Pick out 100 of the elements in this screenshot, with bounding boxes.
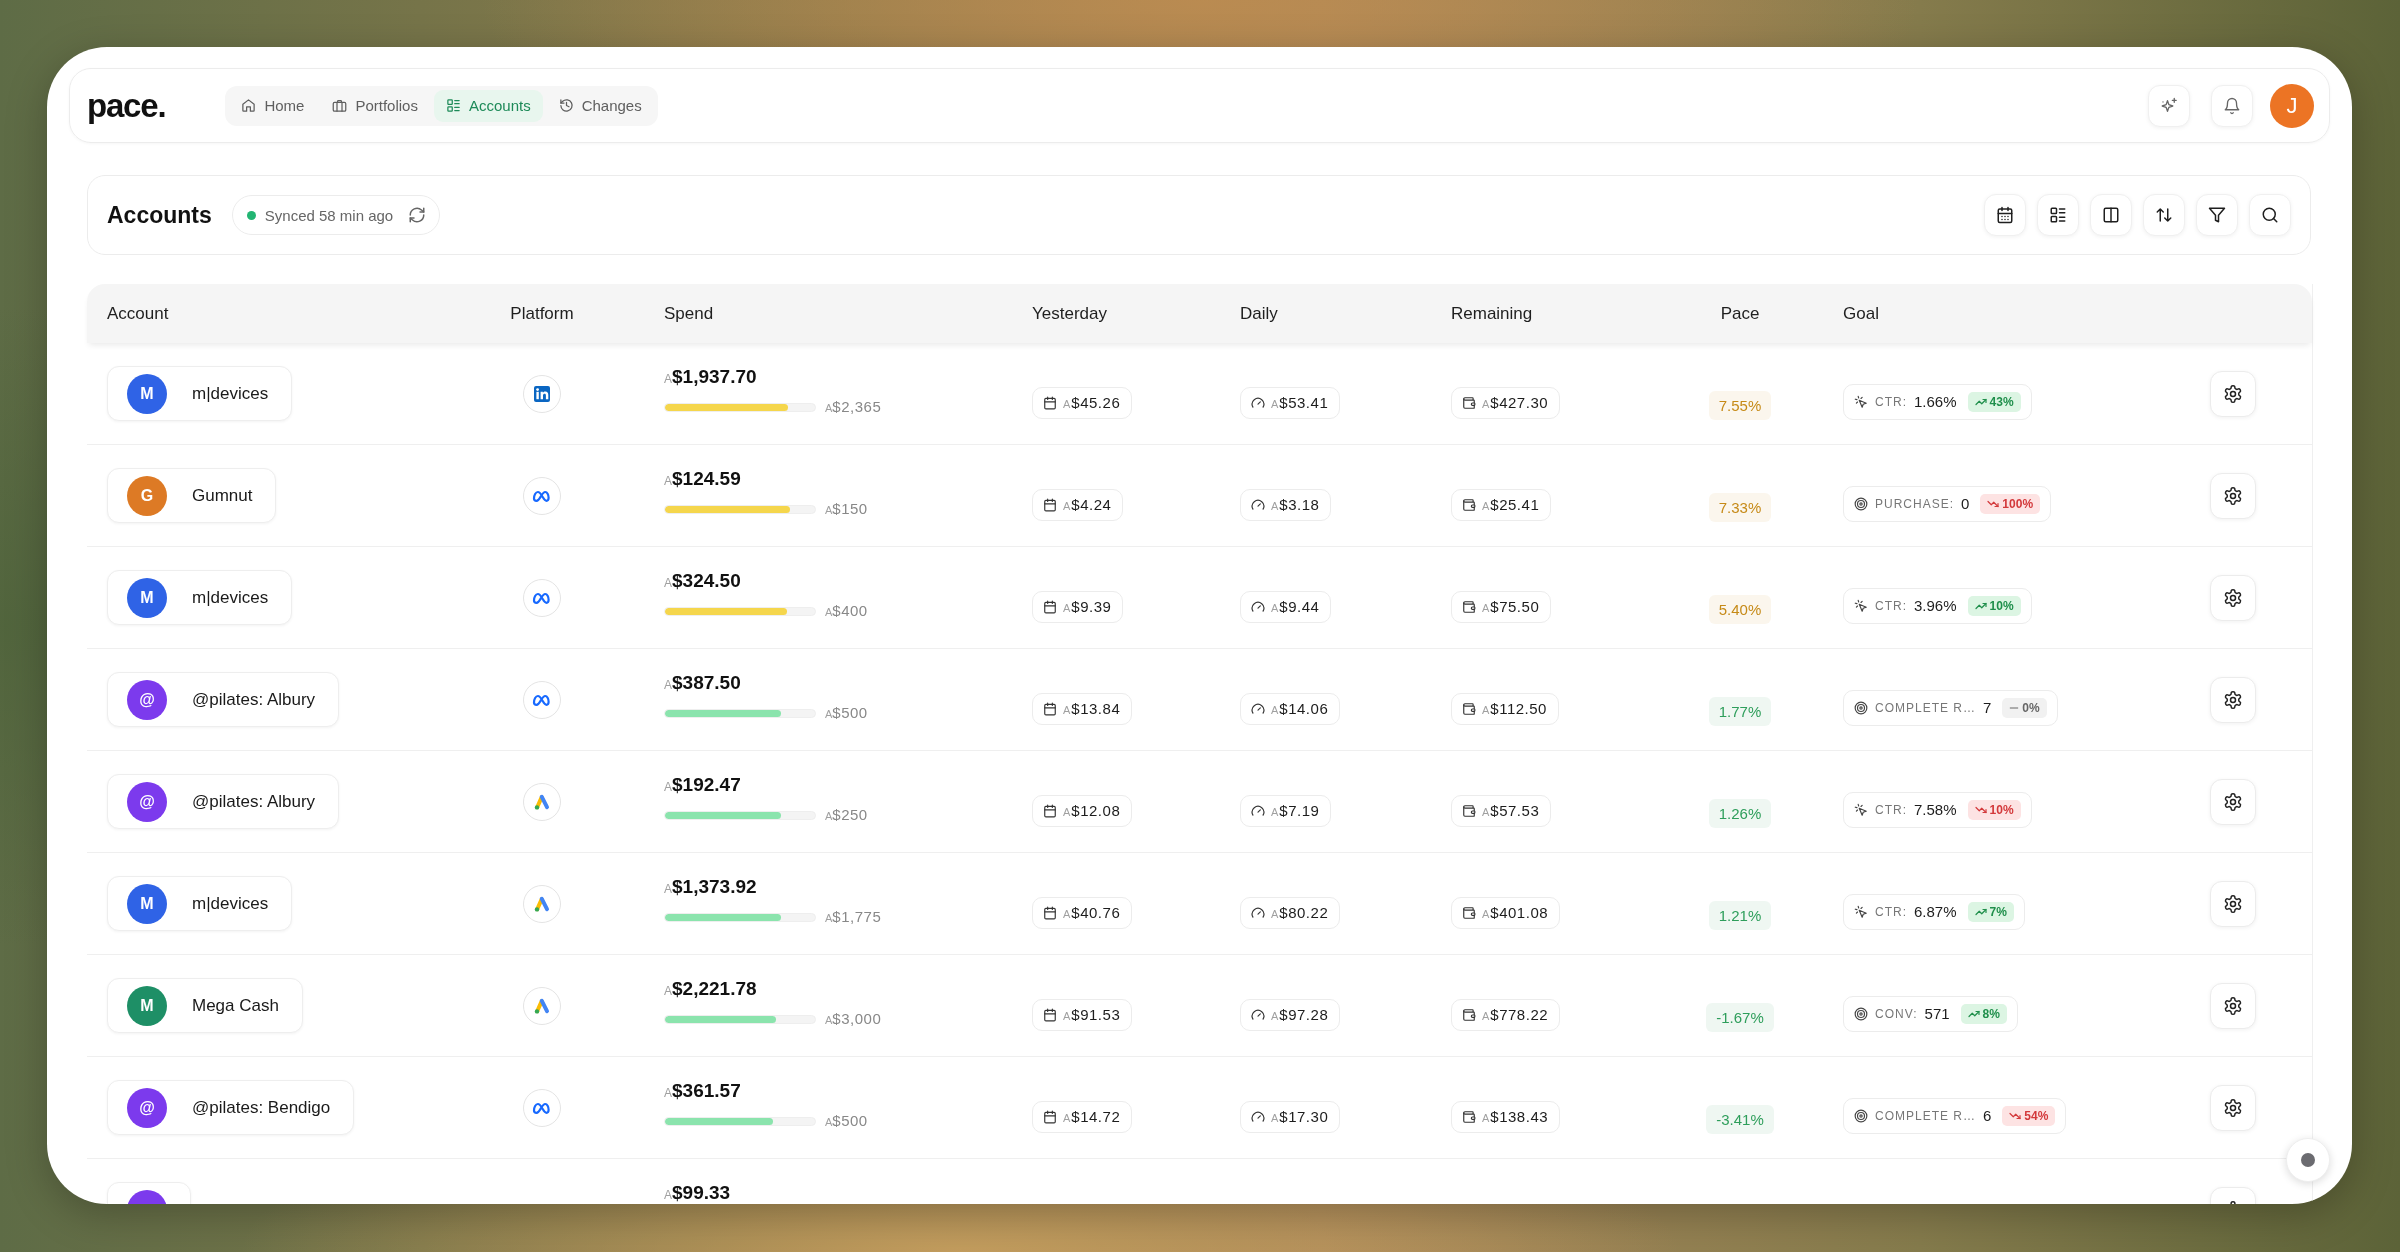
dot-icon: [2301, 1153, 2315, 1167]
gauge-icon: [1251, 803, 1265, 818]
remaining-amount: A$138.43: [1482, 1107, 1549, 1126]
bell-icon: [2223, 96, 2241, 115]
calendar-icon: [1043, 497, 1057, 512]
account-name: @pilates: Bendigo: [192, 1097, 331, 1118]
account-chip[interactable]: M m|devices: [107, 366, 293, 421]
settings-icon: [2223, 383, 2243, 404]
account-name: m|devices: [192, 383, 269, 404]
account-chip[interactable]: M Mega Cash: [107, 978, 303, 1033]
remaining-amount: A$57.53: [1482, 801, 1540, 820]
account-chip[interactable]: @ @pilates: Albury: [107, 672, 340, 727]
account-avatar: @: [127, 679, 167, 720]
column-header: Daily: [1240, 303, 1278, 323]
goal-value: 1.66%: [1914, 393, 1957, 410]
nav-tab[interactable]: Home: [229, 89, 317, 122]
column-header: Pace: [1720, 303, 1760, 324]
column-header: Goal: [1843, 303, 1879, 323]
account-avatar: @: [127, 1087, 167, 1128]
wallet-icon: [1462, 395, 1476, 410]
budget-amount: A$1,775: [825, 908, 882, 926]
spend-amount: A$124.59: [664, 469, 742, 491]
daily-amount: A$97.28: [1271, 1005, 1329, 1024]
filter-icon: [2208, 206, 2226, 224]
calendar-icon: [1043, 701, 1057, 716]
budget-amount: A$400: [825, 602, 868, 620]
goal-label: CTR:: [1875, 904, 1907, 919]
pace-value: 7.55%: [1708, 391, 1772, 420]
pace-value: 1.26%: [1708, 799, 1772, 828]
budget-amount: A$3,000: [825, 1010, 882, 1028]
daily-amount: A$3.18: [1271, 495, 1320, 514]
search-icon: [2261, 206, 2279, 224]
goal-value: 571: [1924, 1005, 1950, 1022]
goal-value: 6: [1983, 1107, 1992, 1124]
logo[interactable]: pace.: [87, 86, 166, 125]
list-view-button[interactable]: [2037, 194, 2079, 236]
goal-value: 3.96%: [1914, 597, 1957, 614]
goal-value: 7: [1983, 699, 1992, 716]
pace-value: 1.77%: [1708, 697, 1772, 726]
row-settings-button[interactable]: [2210, 778, 2256, 825]
account-chip[interactable]: @ @pilates: Bendigo: [107, 1080, 355, 1135]
gauge-icon: [1251, 497, 1265, 512]
page-title: Accounts: [107, 201, 212, 229]
notifications-button[interactable]: [2211, 84, 2253, 127]
filter-button[interactable]: [2196, 194, 2238, 236]
column-header: Yesterday: [1032, 303, 1107, 323]
wallet-icon: [1462, 599, 1476, 614]
yesterday-amount: A$13.84: [1063, 699, 1121, 718]
target-icon: [1854, 1006, 1868, 1021]
nav-tab[interactable]: Accounts: [433, 89, 543, 122]
sort-button[interactable]: [2143, 194, 2185, 236]
nav-tab[interactable]: Portfolios: [320, 89, 430, 122]
wallet-icon: [1462, 1109, 1476, 1124]
list-icon: [2049, 206, 2067, 224]
account-chip[interactable]: G Gumnut: [107, 468, 277, 523]
yesterday-amount: A$9.39: [1063, 597, 1112, 616]
account-chip[interactable]: @ @pilates: Albury: [107, 774, 340, 829]
floating-button[interactable]: [2286, 1138, 2330, 1182]
goal-value: 0: [1961, 495, 1970, 512]
row-settings-button[interactable]: [2210, 1084, 2256, 1131]
google-ads-icon: [523, 782, 561, 821]
spend-amount: A$2,221.78: [664, 979, 758, 1001]
row-settings-button[interactable]: [2210, 574, 2256, 621]
account-chip[interactable]: M m|devices: [107, 876, 293, 931]
nav-tab[interactable]: Changes: [546, 89, 654, 122]
row-settings-button[interactable]: [2210, 370, 2256, 417]
budget-amount: A$500: [825, 1112, 868, 1130]
row-settings-button[interactable]: [2210, 676, 2256, 723]
target-icon: [1854, 1108, 1868, 1123]
search-button[interactable]: [2249, 194, 2291, 236]
column-header: Spend: [664, 303, 714, 323]
gauge-icon: [1251, 395, 1265, 410]
row-settings-button[interactable]: [2210, 982, 2256, 1029]
account-name: @pilates: Albury: [192, 689, 316, 710]
calendar-button[interactable]: [1984, 194, 2026, 236]
refresh-button[interactable]: [408, 206, 427, 224]
target-icon: [1854, 496, 1868, 511]
target-icon: [1854, 700, 1868, 715]
yesterday-amount: A$12.08: [1063, 801, 1121, 820]
cursor-click-icon: [1854, 904, 1868, 919]
remaining-amount: A$778.22: [1482, 1005, 1549, 1024]
account-chip[interactable]: M m|devices: [107, 570, 293, 625]
account-name: @pilates: Albury: [192, 791, 316, 812]
row-settings-button[interactable]: [2210, 472, 2256, 519]
pace-value: 1.21%: [1708, 901, 1772, 930]
briefcase-icon: [332, 98, 348, 113]
account-name: Mega Cash: [192, 995, 279, 1016]
ai-assistant-button[interactable]: [2148, 84, 2190, 127]
account-name: Gumnut: [192, 485, 253, 506]
spend-amount: A$1,373.92: [664, 877, 758, 899]
row-settings-button[interactable]: [2210, 880, 2256, 927]
spend-amount: A$1,937.70: [664, 367, 758, 389]
yesterday-amount: A$4.24: [1063, 495, 1112, 514]
columns-icon: [2102, 206, 2120, 224]
columns-button[interactable]: [2090, 194, 2132, 236]
spend-amount: A$324.50: [664, 571, 742, 593]
yesterday-amount: A$45.26: [1063, 393, 1121, 412]
cursor-click-icon: [1854, 598, 1868, 613]
account-name: m|devices: [192, 893, 269, 914]
budget-amount: A$250: [825, 806, 868, 824]
